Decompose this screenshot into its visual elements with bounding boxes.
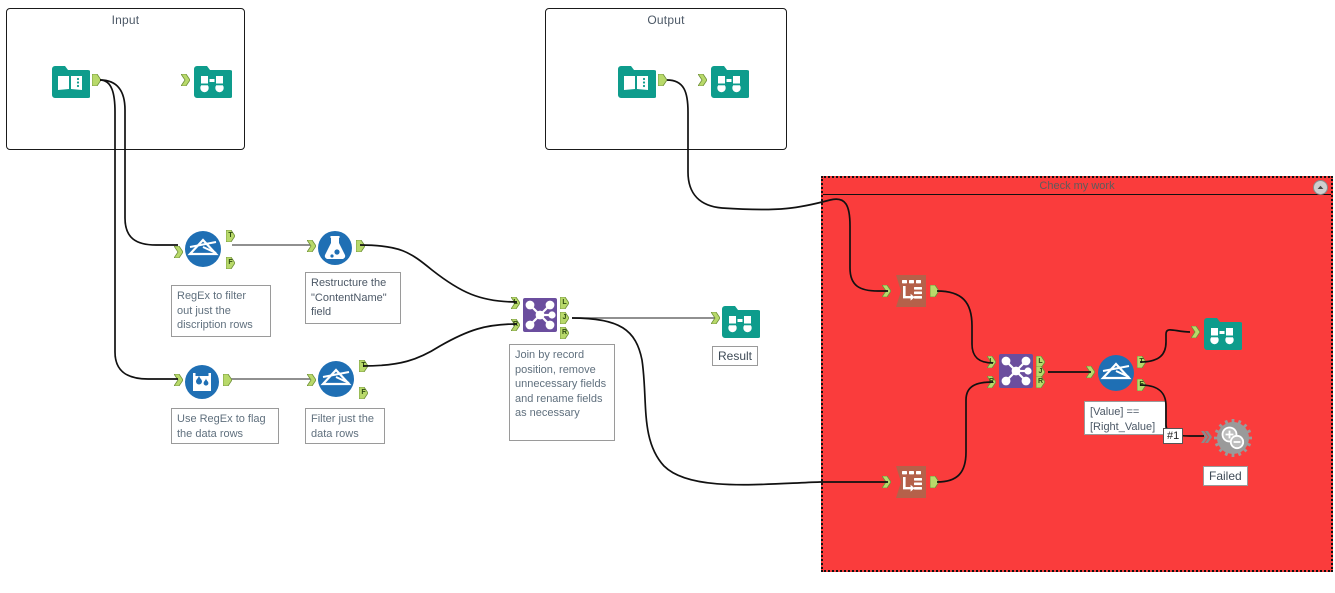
input-nub-right[interactable]: R bbox=[987, 376, 996, 388]
input-nub[interactable] bbox=[1086, 366, 1095, 378]
node-join-main[interactable]: L R L J R bbox=[511, 296, 569, 339]
output-nub-right[interactable]: R bbox=[560, 327, 569, 339]
filter-icon bbox=[182, 228, 222, 268]
input-nub[interactable] bbox=[1201, 431, 1212, 443]
annotation-join[interactable]: Join by record position, remove unnecess… bbox=[509, 344, 615, 441]
input-nub[interactable] bbox=[882, 285, 891, 297]
node-filter-data-rows[interactable]: T F bbox=[307, 358, 368, 399]
node-join-check[interactable]: L R L J R bbox=[987, 352, 1045, 390]
output-nub[interactable] bbox=[223, 374, 232, 386]
input-nub[interactable] bbox=[307, 240, 316, 252]
output-nub[interactable] bbox=[92, 74, 101, 86]
output-nub-left[interactable]: L bbox=[560, 297, 569, 309]
input-nub-left-label: L bbox=[989, 358, 994, 365]
browse-icon bbox=[720, 300, 760, 340]
check-my-work-title: Check my work bbox=[1039, 180, 1115, 192]
node-transpose-bottom[interactable] bbox=[882, 463, 939, 501]
node-input-browse[interactable] bbox=[181, 60, 232, 100]
filter-icon bbox=[315, 358, 355, 398]
input-data-icon bbox=[50, 60, 90, 100]
annotation-restructure[interactable]: Restructure the "ContentName" field bbox=[305, 272, 401, 324]
output-nub-false[interactable]: F bbox=[226, 257, 235, 269]
input-container-title: Input bbox=[111, 13, 140, 27]
node-test-tool[interactable] bbox=[1201, 418, 1253, 458]
output-container-title: Output bbox=[647, 13, 685, 27]
check-my-work-container[interactable]: Check my work bbox=[821, 176, 1333, 572]
transpose-icon bbox=[892, 463, 930, 501]
connection-label-1[interactable]: #1 bbox=[1163, 428, 1184, 444]
output-nub-left-label: L bbox=[562, 299, 567, 306]
test-gear-icon bbox=[1213, 418, 1253, 458]
regex-icon bbox=[182, 362, 222, 402]
check-my-work-titlebar: Check my work bbox=[823, 178, 1331, 195]
input-nub[interactable] bbox=[307, 374, 316, 386]
output-nub[interactable] bbox=[658, 74, 667, 86]
node-transpose-top[interactable] bbox=[882, 272, 939, 310]
node-filter-description[interactable]: T F bbox=[174, 228, 235, 269]
input-nub-left[interactable]: L bbox=[987, 356, 996, 368]
node-formula-content[interactable] bbox=[307, 228, 365, 268]
node-regex-flag[interactable] bbox=[174, 362, 232, 402]
join-icon bbox=[521, 296, 559, 334]
node-check-browse[interactable] bbox=[1191, 312, 1242, 352]
output-nub[interactable] bbox=[356, 240, 365, 252]
input-nub[interactable] bbox=[174, 246, 183, 258]
filter-icon bbox=[1095, 352, 1137, 394]
output-nub-false-label: F bbox=[1139, 381, 1144, 388]
input-nub[interactable] bbox=[1191, 326, 1200, 338]
output-nub-true[interactable]: T bbox=[226, 230, 235, 242]
output-nub-false-label: F bbox=[228, 259, 233, 266]
output-nub-right-label: R bbox=[1037, 378, 1044, 385]
browse-icon bbox=[1202, 312, 1242, 352]
input-nub-left[interactable]: L bbox=[511, 297, 520, 309]
output-nub-false[interactable]: F bbox=[1137, 379, 1146, 391]
output-nub[interactable] bbox=[930, 285, 939, 297]
annotation-regex-filter[interactable]: RegEx to filter out just the discription… bbox=[171, 285, 271, 337]
workflow-canvas: Input Output Check my work T F T F L R L… bbox=[0, 0, 1335, 593]
node-input-data[interactable] bbox=[50, 60, 101, 100]
output-nub-true[interactable]: T bbox=[1137, 356, 1146, 368]
output-nub-true[interactable]: T bbox=[359, 360, 368, 372]
output-nub-false[interactable]: F bbox=[359, 387, 368, 399]
join-icon bbox=[997, 352, 1035, 390]
node-filter-check[interactable]: T F bbox=[1086, 352, 1146, 394]
annotation-filter-data-rows[interactable]: Filter just the data rows bbox=[305, 408, 385, 444]
browse-icon bbox=[192, 60, 232, 100]
annotation-filter-check[interactable]: [Value] == [Right_Value] bbox=[1084, 401, 1166, 435]
output-nub-right-label: R bbox=[561, 329, 568, 336]
node-result-browse[interactable] bbox=[711, 300, 760, 340]
input-nub[interactable] bbox=[698, 74, 707, 86]
output-nub-true-label: T bbox=[361, 362, 366, 369]
output-nub-join-label: J bbox=[562, 314, 567, 321]
transpose-icon bbox=[892, 272, 930, 310]
browse-icon bbox=[709, 60, 749, 100]
output-nub-false-label: F bbox=[361, 389, 366, 396]
output-nub-true-label: T bbox=[1139, 358, 1144, 365]
input-nub[interactable] bbox=[181, 74, 190, 86]
output-nub-right[interactable]: R bbox=[1036, 376, 1045, 388]
input-nub[interactable] bbox=[174, 374, 183, 386]
chevron-up-icon[interactable] bbox=[1313, 180, 1328, 195]
input-data-icon bbox=[616, 60, 656, 100]
annotation-regex-flag[interactable]: Use RegEx to flag the data rows bbox=[171, 408, 279, 444]
node-output-browse[interactable] bbox=[698, 60, 749, 100]
input-nub-right-label: R bbox=[988, 378, 995, 385]
input-nub[interactable] bbox=[882, 476, 891, 488]
input-nub[interactable] bbox=[711, 312, 720, 324]
node-output-data[interactable] bbox=[616, 60, 667, 100]
label-result[interactable]: Result bbox=[712, 346, 759, 366]
input-nub-right-label: R bbox=[512, 321, 519, 328]
formula-icon bbox=[315, 228, 355, 268]
input-nub-right[interactable]: R bbox=[511, 319, 520, 331]
output-nub-join[interactable]: J bbox=[560, 312, 569, 324]
input-nub-left-label: L bbox=[513, 299, 518, 306]
label-failed[interactable]: Failed bbox=[1203, 466, 1248, 486]
output-nub-true-label: T bbox=[228, 232, 233, 239]
output-nub[interactable] bbox=[930, 476, 939, 488]
